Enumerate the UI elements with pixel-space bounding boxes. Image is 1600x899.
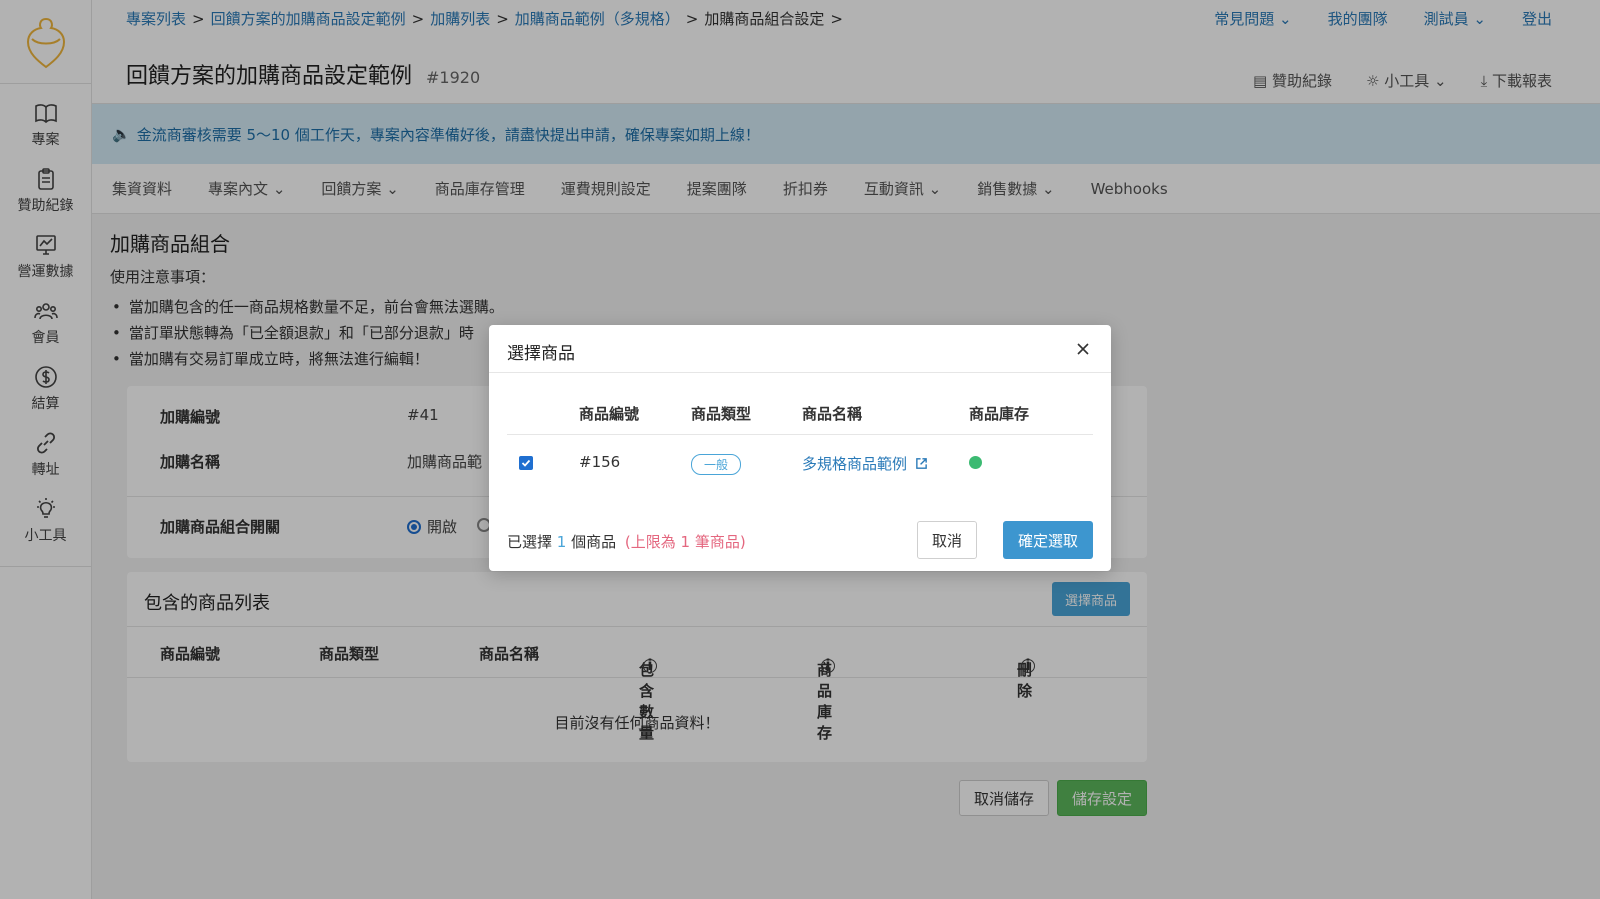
selection-count: 1 [556, 533, 567, 551]
modal-footer: 已選擇 1 個商品 (上限為 1 筆商品) 取消 確定選取 [507, 521, 1093, 561]
product-type-badge: 一般 [691, 454, 742, 475]
selection-limit: (上限為 1 筆商品) [624, 533, 746, 551]
modal-col-product-name: 商品名稱 [802, 405, 863, 423]
product-id: #156 [579, 453, 621, 471]
select-product-modal: 選擇商品 商品編號 商品類型 商品名稱 商品庫存 #156 一般 多規格商品範例… [489, 325, 1111, 571]
close-icon[interactable] [1075, 341, 1091, 357]
confirm-select-button[interactable]: 確定選取 [1003, 521, 1093, 559]
product-name-link[interactable]: 多規格商品範例 [802, 453, 928, 474]
stock-status-dot [969, 456, 982, 469]
modal-table-header: 商品編號 商品類型 商品名稱 商品庫存 [507, 393, 1093, 435]
checkmark-icon [521, 459, 531, 467]
modal-col-stock: 商品庫存 [969, 405, 1030, 423]
modal-title: 選擇商品 [507, 344, 575, 364]
product-name: 多規格商品範例 [802, 455, 908, 473]
modal-header: 選擇商品 [489, 325, 1111, 373]
modal-col-product-type: 商品類型 [691, 405, 752, 423]
selection-prefix: 已選擇 [507, 533, 553, 551]
table-row: #156 一般 多規格商品範例 [507, 435, 1093, 491]
modal-col-product-id: 商品編號 [579, 405, 640, 423]
external-link-icon [915, 458, 927, 469]
modal-cancel-button[interactable]: 取消 [917, 521, 977, 559]
selection-suffix: 個商品 [571, 533, 617, 551]
selection-summary: 已選擇 1 個商品 (上限為 1 筆商品) [507, 531, 746, 552]
product-checkbox[interactable] [519, 456, 533, 470]
